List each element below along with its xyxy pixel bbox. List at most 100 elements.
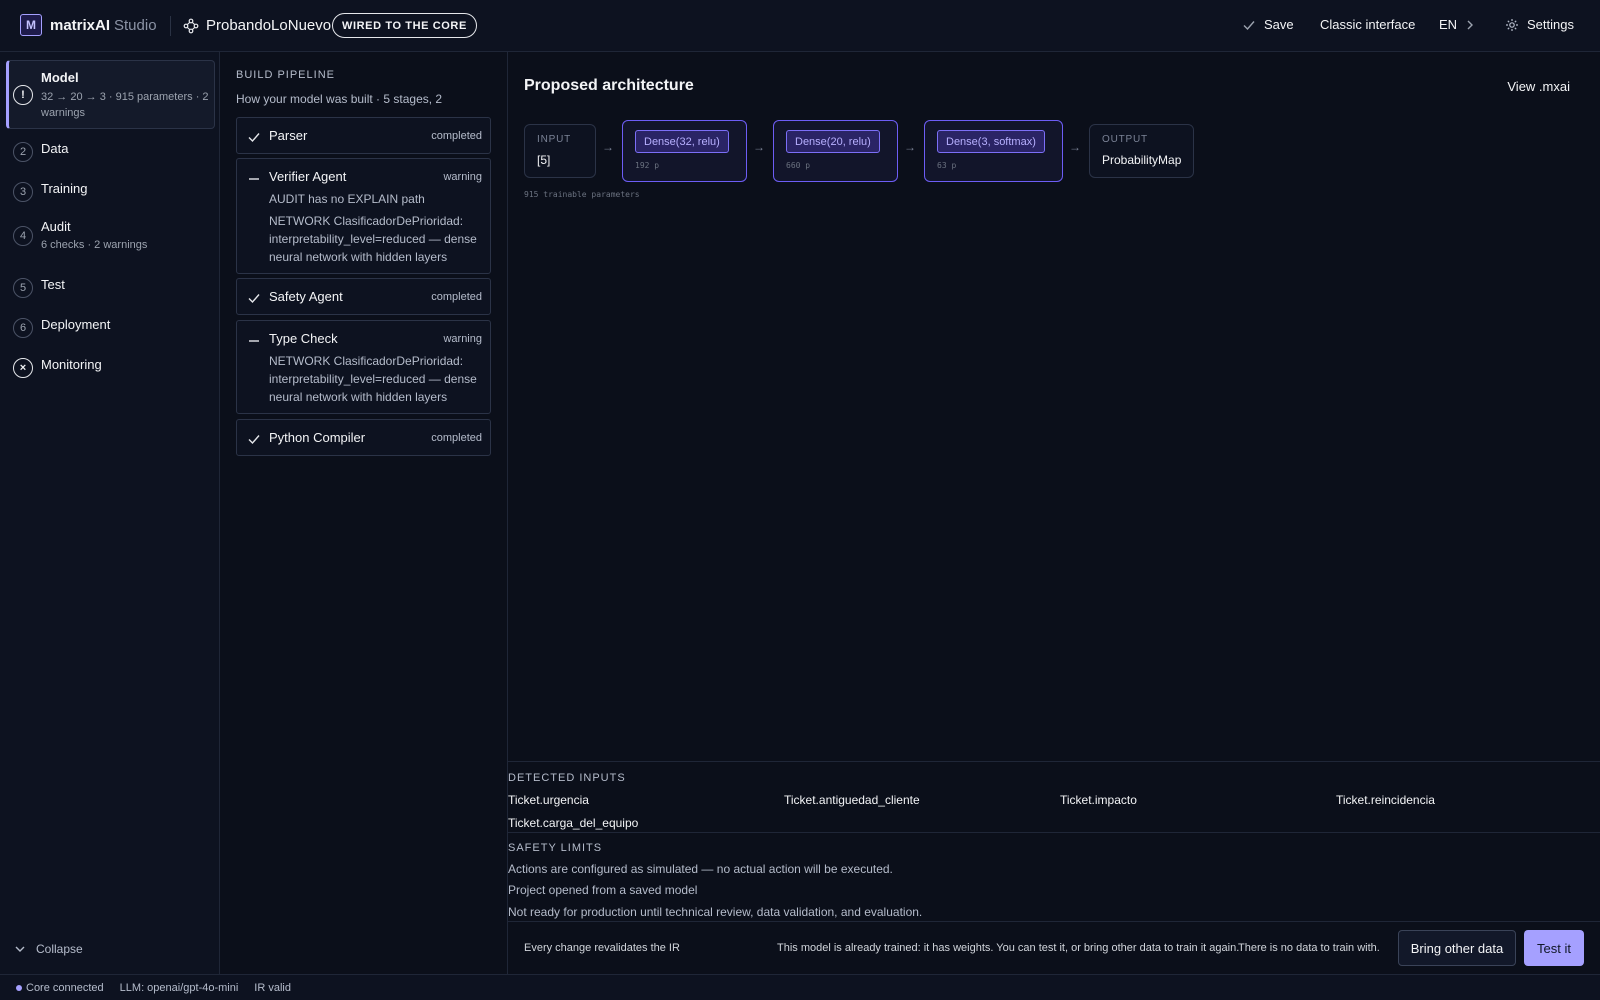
output-type: ProbabilityMap <box>1102 153 1182 167</box>
input-item: Ticket.antiguedad_cliente <box>784 793 920 807</box>
safety-line: Project opened from a saved model <box>508 883 698 897</box>
ir-status: IR valid <box>254 981 291 994</box>
layer-params: 63 p <box>937 161 957 170</box>
core-status-label: Core connected <box>26 981 104 994</box>
flow-arrow: → <box>602 140 614 154</box>
stage-detail: NETWORK ClasificadorDePrioridad: interpr… <box>269 214 477 264</box>
no-data-info: There is no data to train with. <box>1238 942 1380 954</box>
warning-icon: ! <box>13 85 33 105</box>
step-title: Deployment <box>41 317 111 332</box>
stage-python-compiler[interactable]: Python Compiler completed <box>236 419 491 456</box>
step-subtitle: 6 checks · 2 warnings <box>41 239 148 251</box>
action-bar: Every change revalidates the IR This mod… <box>508 921 1600 974</box>
step-title: Training <box>41 181 88 196</box>
stage-name: Parser <box>269 128 308 143</box>
stage-type-check[interactable]: Type Check warning NETWORK ClasificadorD… <box>236 320 491 414</box>
top-bar: M matrixAI Studio ProbandoLoNuevo WIRED … <box>0 0 1600 52</box>
step-number: 2 <box>13 142 33 162</box>
main-panel: Proposed architecture View .mxai INPUT [… <box>508 52 1600 974</box>
flow-arrow: → <box>753 140 765 154</box>
stage-parser[interactable]: Parser completed <box>236 117 491 154</box>
input-item: Ticket.carga_del_equipo <box>508 816 639 830</box>
stage-verifier-agent[interactable]: Verifier Agent warning AUDIT has no EXPL… <box>236 158 491 274</box>
sidebar-step-audit[interactable]: 4 Audit 6 checks · 2 warnings <box>6 214 215 258</box>
flow-arrow: → <box>904 140 916 154</box>
step-title: Test <box>41 277 65 292</box>
safety-limits-heading: SAFETY LIMITS <box>508 842 603 854</box>
minus-icon <box>249 340 259 342</box>
layer-params: 660 p <box>786 161 811 170</box>
network-icon <box>183 18 199 34</box>
layer-node-dense-3[interactable]: Dense(3, softmax) 63 p <box>924 120 1063 182</box>
check-icon <box>248 133 260 143</box>
settings-label: Settings <box>1527 17 1574 32</box>
check-icon <box>1243 20 1255 30</box>
sidebar-step-model[interactable]: ! Model 32 → 20 → 3 · 915 parameters · 2… <box>6 60 215 129</box>
layer-params: 192 p <box>635 161 660 170</box>
input-item: Ticket.urgencia <box>508 793 589 807</box>
step-number: 6 <box>13 318 33 338</box>
detected-inputs-heading: DETECTED INPUTS <box>508 772 626 784</box>
settings-button[interactable]: Settings <box>1505 17 1574 32</box>
project-name[interactable]: ProbandoLoNuevo <box>206 17 331 34</box>
stage-detail: NETWORK ClasificadorDePrioridad: interpr… <box>269 354 477 404</box>
step-number: 3 <box>13 182 33 202</box>
llm-status: LLM: openai/gpt-4o-mini <box>119 981 239 994</box>
input-shape: [5] <box>537 153 551 167</box>
stage-name: Type Check <box>269 331 338 346</box>
safety-line: Not ready for production until technical… <box>508 905 923 919</box>
chevron-right-icon <box>1467 20 1474 29</box>
brand-name: matrixAI <box>50 17 111 34</box>
step-title: Data <box>41 141 69 156</box>
stage-status: completed <box>431 291 482 303</box>
stage-status: completed <box>431 130 482 142</box>
layer-node-dense-32[interactable]: Dense(32, relu) 192 p <box>622 120 747 182</box>
collapse-button[interactable]: Collapse <box>14 942 83 956</box>
pipeline-description: How your model was built · 5 stages, 2 <box>236 92 443 106</box>
collapse-label: Collapse <box>36 942 83 956</box>
chevron-down-icon <box>15 946 25 952</box>
top-divider <box>170 16 171 36</box>
core-status-badge: WIRED TO THE CORE <box>332 13 477 38</box>
layer-node-dense-20[interactable]: Dense(20, relu) 660 p <box>773 120 898 182</box>
input-node[interactable]: INPUT [5] <box>524 124 596 178</box>
layer-label: Dense(3, softmax) <box>937 130 1045 153</box>
test-it-button[interactable]: Test it <box>1524 930 1584 966</box>
bring-other-data-button[interactable]: Bring other data <box>1398 930 1516 966</box>
sidebar-step-monitoring[interactable]: × Monitoring <box>6 350 215 382</box>
stage-status: warning <box>443 171 482 183</box>
sidebar-step-training[interactable]: 3 Training <box>6 174 215 206</box>
sidebar-step-deployment[interactable]: 6 Deployment <box>6 310 215 342</box>
step-title: Audit <box>41 219 71 234</box>
check-icon <box>248 294 260 304</box>
step-number: 4 <box>13 226 33 246</box>
stage-name: Verifier Agent <box>269 169 347 184</box>
save-button[interactable]: Save <box>1242 17 1294 32</box>
sidebar-step-test[interactable]: 5 Test <box>6 270 215 302</box>
brand-subtitle: Studio <box>114 17 157 34</box>
language-selector[interactable]: EN <box>1439 17 1475 32</box>
save-label: Save <box>1264 17 1294 32</box>
classic-interface-link[interactable]: Classic interface <box>1320 17 1415 32</box>
section-divider <box>508 832 1600 833</box>
output-node[interactable]: OUTPUT ProbabilityMap <box>1089 124 1194 178</box>
input-item: Ticket.impacto <box>1060 793 1137 807</box>
sidebar-step-data[interactable]: 2 Data <box>6 134 215 166</box>
flow-arrow: → <box>1069 140 1081 154</box>
stage-safety-agent[interactable]: Safety Agent completed <box>236 278 491 315</box>
stage-status: completed <box>431 432 482 444</box>
pipeline-heading: BUILD PIPELINE <box>236 69 335 81</box>
trained-info: This model is already trained: it has we… <box>777 942 1240 954</box>
status-bar: Core connected LLM: openai/gpt-4o-mini I… <box>0 974 1600 1000</box>
sidebar: ! Model 32 → 20 → 3 · 915 parameters · 2… <box>0 52 220 974</box>
app-logo-icon: M <box>20 14 42 36</box>
revalidation-note: Every change revalidates the IR <box>524 942 680 954</box>
view-mxai-button[interactable]: View .mxai <box>1507 79 1570 94</box>
step-title: Monitoring <box>41 357 102 372</box>
check-icon <box>248 435 260 445</box>
core-status: Core connected <box>16 982 104 994</box>
step-subtitle: 32 → 20 → 3 · 915 parameters · 2 warning… <box>41 91 209 119</box>
stage-status: warning <box>443 333 482 345</box>
language-label: EN <box>1439 17 1458 32</box>
step-number: 5 <box>13 278 33 298</box>
